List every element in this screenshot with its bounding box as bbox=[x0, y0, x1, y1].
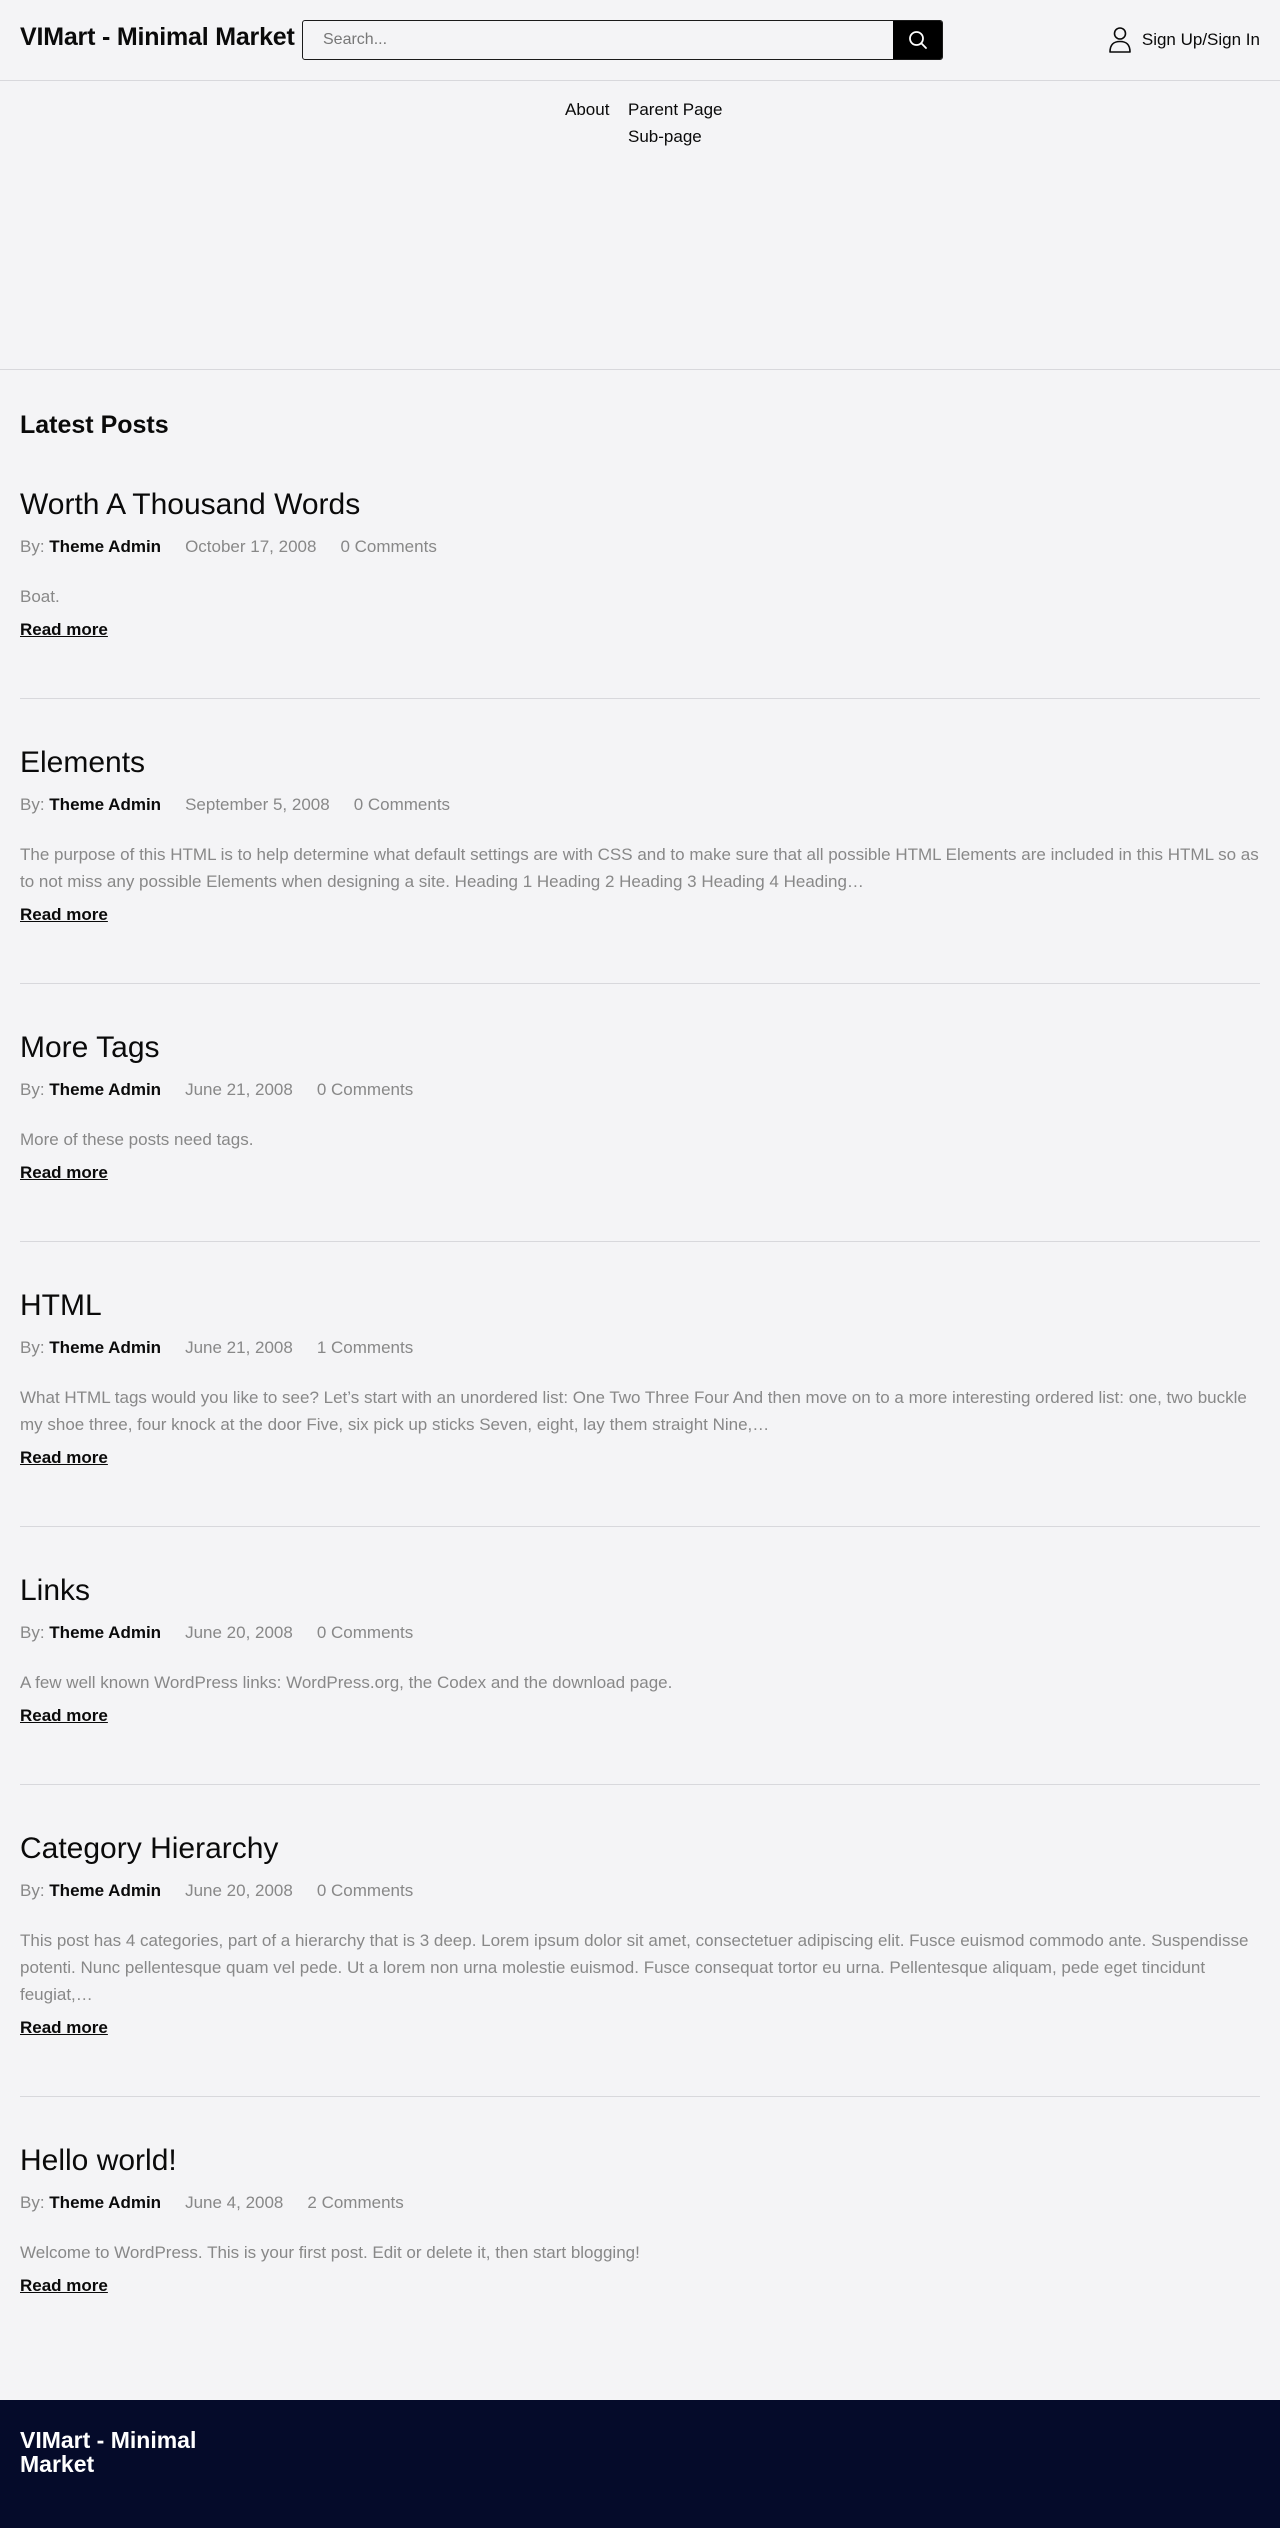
post-title[interactable]: Hello world! bbox=[20, 2143, 1260, 2179]
post-comments[interactable]: 0 Comments bbox=[317, 1623, 413, 1643]
by-label: By: bbox=[20, 537, 45, 556]
nav-item-about[interactable]: About bbox=[565, 100, 609, 120]
post-date: June 21, 2008 bbox=[185, 1338, 293, 1357]
by-label: By: bbox=[20, 1623, 45, 1642]
nav-item-parent-page[interactable]: Parent Page bbox=[628, 100, 723, 120]
post-author: By: Theme Admin bbox=[20, 1623, 161, 1643]
post-meta: By: Theme Admin June 21, 2008 1 Comments bbox=[20, 1338, 1260, 1358]
post-comments[interactable]: 0 Comments bbox=[317, 1881, 413, 1901]
post-excerpt: Welcome to WordPress. This is your first… bbox=[20, 2243, 640, 2262]
main-content: Latest Posts Worth A Thousand Words By: … bbox=[0, 411, 1280, 2354]
post-title[interactable]: More Tags bbox=[20, 1030, 1260, 1066]
post-author: By: Theme Admin bbox=[20, 795, 161, 815]
post-excerpt: More of these posts need tags. bbox=[20, 1130, 254, 1149]
post-meta: By: Theme Admin June 4, 2008 2 Comments bbox=[20, 2193, 1260, 2213]
post-author: By: Theme Admin bbox=[20, 537, 161, 557]
read-more-link[interactable]: Read more bbox=[20, 2276, 108, 2296]
search-input[interactable] bbox=[303, 21, 893, 59]
post-excerpt: The purpose of this HTML is to help dete… bbox=[20, 845, 1259, 891]
author-name[interactable]: Theme Admin bbox=[49, 1080, 161, 1099]
post-meta: By: Theme Admin September 5, 2008 0 Comm… bbox=[20, 795, 1260, 815]
post-item: More Tags By: Theme Admin June 21, 2008 … bbox=[20, 984, 1260, 1242]
post-meta: By: Theme Admin June 20, 2008 0 Comments bbox=[20, 1623, 1260, 1643]
account-label: Sign Up/Sign In bbox=[1141, 30, 1260, 49]
main-nav: About Parent Page Sub-page bbox=[0, 81, 1280, 370]
section-title: Latest Posts bbox=[20, 411, 169, 439]
post-excerpt: What HTML tags would you like to see? Le… bbox=[20, 1388, 1247, 1434]
post-comments[interactable]: 0 Comments bbox=[340, 537, 436, 557]
post-date: June 4, 2008 bbox=[185, 2193, 284, 2212]
read-more-link[interactable]: Read more bbox=[20, 1706, 108, 1726]
post-item: HTML By: Theme Admin June 21, 2008 1 Com… bbox=[20, 1242, 1260, 1527]
read-more-link[interactable]: Read more bbox=[20, 1448, 108, 1468]
account-link[interactable]: Sign Up/Sign In bbox=[1108, 26, 1260, 54]
read-more-link[interactable]: Read more bbox=[20, 1163, 108, 1183]
post-title[interactable]: Links bbox=[20, 1573, 1260, 1609]
post-comments[interactable]: 0 Comments bbox=[317, 1080, 413, 1100]
post-meta: By: Theme Admin October 17, 2008 0 Comme… bbox=[20, 537, 1260, 557]
search-button[interactable] bbox=[893, 21, 942, 59]
post-item: Hello world! By: Theme Admin June 4, 200… bbox=[20, 2097, 1260, 2354]
search-icon bbox=[908, 31, 927, 49]
author-name[interactable]: Theme Admin bbox=[49, 537, 161, 556]
post-title[interactable]: Category Hierarchy bbox=[20, 1831, 1260, 1867]
post-comments[interactable]: 1 Comments bbox=[317, 1338, 413, 1358]
author-name[interactable]: Theme Admin bbox=[49, 2193, 161, 2212]
post-title[interactable]: Elements bbox=[20, 745, 1260, 781]
read-more-link[interactable]: Read more bbox=[20, 620, 108, 640]
author-name[interactable]: Theme Admin bbox=[49, 795, 161, 814]
read-more-link[interactable]: Read more bbox=[20, 2018, 108, 2038]
footer-logo[interactable]: VIMart - Minimal Market bbox=[20, 2428, 220, 2476]
post-excerpt: Boat. bbox=[20, 587, 60, 606]
post-author: By: Theme Admin bbox=[20, 2193, 161, 2213]
post-list: Worth A Thousand Words By: Theme Admin O… bbox=[20, 441, 1260, 2354]
nav-item-sub-page[interactable]: Sub-page bbox=[628, 127, 702, 147]
author-name[interactable]: Theme Admin bbox=[49, 1881, 161, 1900]
author-name[interactable]: Theme Admin bbox=[49, 1623, 161, 1642]
post-meta: By: Theme Admin June 20, 2008 0 Comments bbox=[20, 1881, 1260, 1901]
site-header: VIMart - Minimal Market Sign Up/Sign In bbox=[0, 0, 1280, 81]
post-date: October 17, 2008 bbox=[185, 537, 317, 556]
post-author: By: Theme Admin bbox=[20, 1881, 161, 1901]
post-date: June 21, 2008 bbox=[185, 1080, 293, 1099]
post-item: Category Hierarchy By: Theme Admin June … bbox=[20, 1785, 1260, 2097]
post-excerpt: A few well known WordPress links: WordPr… bbox=[20, 1673, 673, 1692]
site-logo[interactable]: VIMart - Minimal Market bbox=[20, 23, 295, 52]
post-comments[interactable]: 2 Comments bbox=[307, 2193, 403, 2213]
post-date: June 20, 2008 bbox=[185, 1881, 293, 1900]
search-form bbox=[302, 20, 943, 60]
post-author: By: Theme Admin bbox=[20, 1080, 161, 1100]
post-author: By: Theme Admin bbox=[20, 1338, 161, 1358]
post-item: Elements By: Theme Admin September 5, 20… bbox=[20, 699, 1260, 984]
post-item: Worth A Thousand Words By: Theme Admin O… bbox=[20, 441, 1260, 699]
author-name[interactable]: Theme Admin bbox=[49, 1338, 161, 1357]
by-label: By: bbox=[20, 795, 45, 814]
post-title[interactable]: HTML bbox=[20, 1288, 1260, 1324]
user-icon bbox=[1109, 27, 1131, 53]
post-date: September 5, 2008 bbox=[185, 795, 330, 814]
post-date: June 20, 2008 bbox=[185, 1623, 293, 1642]
by-label: By: bbox=[20, 2193, 45, 2212]
post-comments[interactable]: 0 Comments bbox=[354, 795, 450, 815]
by-label: By: bbox=[20, 1338, 45, 1357]
by-label: By: bbox=[20, 1080, 45, 1099]
post-item: Links By: Theme Admin June 20, 2008 0 Co… bbox=[20, 1527, 1260, 1785]
site-footer: VIMart - Minimal Market bbox=[0, 2400, 1280, 2528]
post-title[interactable]: Worth A Thousand Words bbox=[20, 487, 1260, 523]
post-excerpt: This post has 4 categories, part of a hi… bbox=[20, 1931, 1249, 2004]
by-label: By: bbox=[20, 1881, 45, 1900]
post-meta: By: Theme Admin June 21, 2008 0 Comments bbox=[20, 1080, 1260, 1100]
read-more-link[interactable]: Read more bbox=[20, 905, 108, 925]
